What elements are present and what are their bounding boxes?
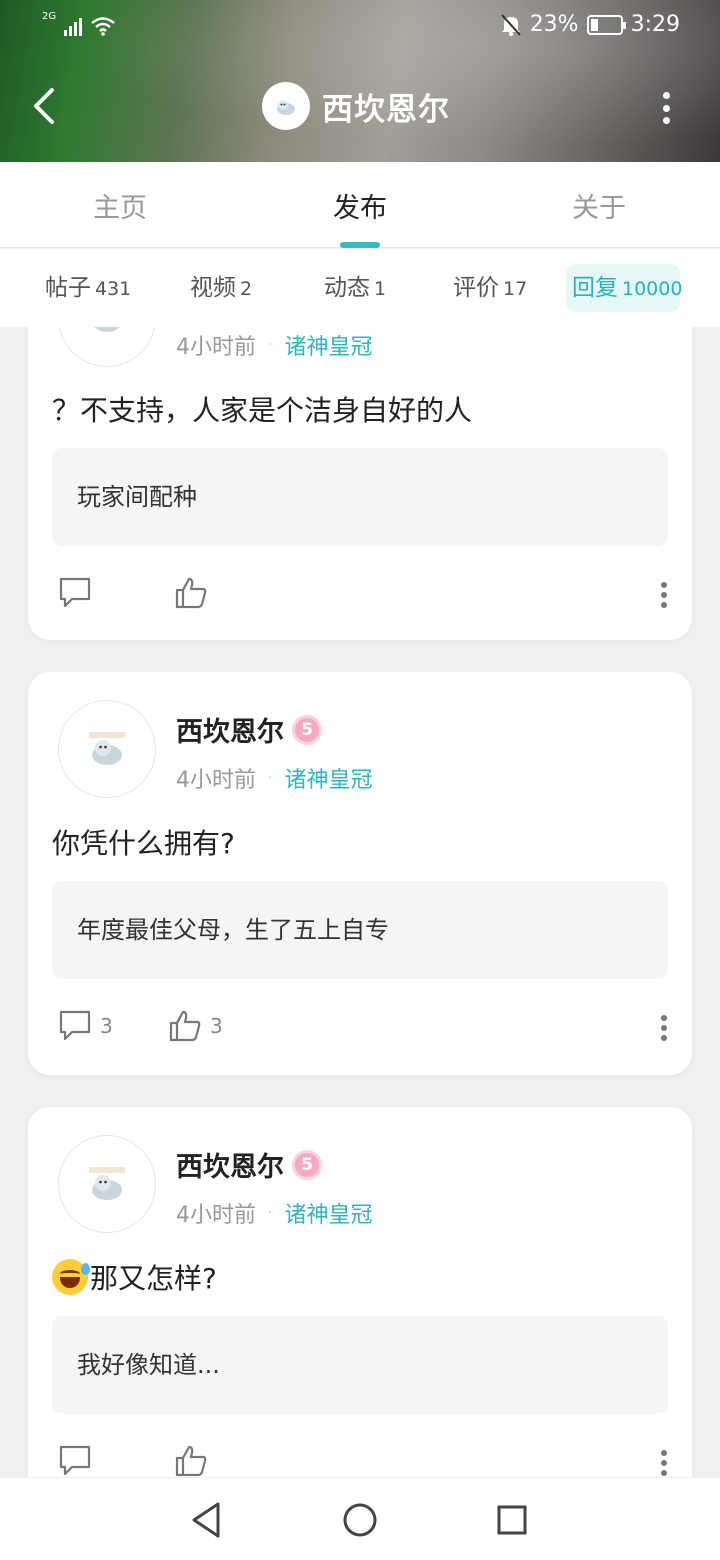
post-time: 4小时前: [176, 1203, 256, 1228]
profile-title: 西坎恩尔: [262, 82, 450, 130]
battery-icon: [586, 14, 626, 35]
avatar[interactable]: [58, 327, 156, 367]
more-vertical-icon: [661, 1450, 667, 1456]
quoted-post[interactable]: 我好像知道...: [52, 1316, 668, 1414]
comment-icon: [59, 1445, 91, 1476]
like-button[interactable]: [174, 1444, 216, 1477]
back-button[interactable]: [28, 84, 64, 128]
thumbs-up-icon: [175, 1445, 207, 1477]
comment-button[interactable]: 3: [58, 1009, 113, 1043]
subtab-replies[interactable]: 回复 10000: [566, 264, 682, 312]
nav-recents-button[interactable]: [492, 1500, 532, 1540]
forum-link[interactable]: 诸神皇冠: [284, 762, 372, 794]
post-text: 那又怎样?: [52, 1257, 217, 1297]
seal-avatar-icon: [89, 732, 125, 765]
post-card[interactable]: 4小时前 · 诸神皇冠 ？不支持，人家是个洁身自好的人 玩家间配种: [28, 327, 692, 640]
like-button[interactable]: [174, 576, 216, 610]
post-time: 4小时前: [176, 768, 256, 793]
comment-button[interactable]: [58, 576, 100, 610]
square-recents-icon: [497, 1505, 527, 1535]
comment-button[interactable]: [58, 1444, 100, 1477]
subtab-reviews[interactable]: 评价 17: [449, 264, 531, 312]
signal-icon: [64, 18, 83, 36]
page-title: 西坎恩尔: [322, 91, 450, 128]
subtab-threads[interactable]: 帖子 431: [41, 264, 135, 312]
more-vertical-icon: [661, 582, 667, 588]
post-meta: 4小时前 · 诸神皇冠: [176, 329, 372, 361]
like-button[interactable]: 3: [168, 1009, 223, 1043]
reply-feed: 4小时前 · 诸神皇冠 ？不支持，人家是个洁身自好的人 玩家间配种 西坎恩尔 5…: [0, 327, 720, 1477]
post-text: ？不支持，人家是个洁身自好的人: [52, 394, 473, 427]
nav-back-button[interactable]: [186, 1500, 226, 1540]
avatar[interactable]: [58, 1135, 156, 1233]
system-nav-bar: [0, 1477, 720, 1560]
avatar[interactable]: [58, 700, 156, 798]
tab-home[interactable]: 主页: [93, 186, 147, 225]
post-card[interactable]: 西坎恩尔 5 4小时前 · 诸神皇冠 那又怎样? 我好像知道...: [28, 1107, 692, 1477]
post-actions: [58, 1444, 668, 1477]
tab-posts[interactable]: 发布: [333, 186, 387, 225]
wifi-icon: [91, 17, 115, 36]
avatar[interactable]: [262, 82, 310, 130]
post-card[interactable]: 西坎恩尔 5 4小时前 · 诸神皇冠 你凭什么拥有? 年度最佳父母，生了五上自专…: [28, 672, 692, 1075]
seal-avatar-icon: [89, 1167, 125, 1200]
comment-icon: [59, 1010, 91, 1041]
post-actions: 3 3: [58, 1009, 668, 1049]
subtab-moments[interactable]: 动态 1: [320, 264, 390, 312]
seal-avatar-icon: [94, 327, 120, 332]
level-badge: 5: [292, 714, 322, 745]
subtab-videos[interactable]: 视频 2: [186, 264, 256, 312]
active-tab-indicator: [340, 242, 380, 248]
back-arrow-icon: [34, 88, 54, 124]
status-bar: 2G 23% 3:29: [0, 8, 720, 44]
comment-count: 3: [100, 1014, 113, 1038]
post-meta: 4小时前 · 诸神皇冠: [176, 1197, 372, 1229]
post-more-button[interactable]: [660, 1015, 668, 1041]
post-author[interactable]: 西坎恩尔 5: [176, 1145, 322, 1184]
post-author[interactable]: 西坎恩尔 5: [176, 710, 322, 749]
clock: 3:29: [630, 12, 680, 37]
post-more-button[interactable]: [660, 582, 668, 608]
tab-about[interactable]: 关于: [572, 186, 626, 225]
quoted-post[interactable]: 年度最佳父母，生了五上自专: [52, 881, 668, 979]
mute-bell-icon: [500, 13, 521, 36]
content-filter-tabs: 帖子 431 视频 2 动态 1 评价 17 回复 10000: [0, 249, 720, 327]
seal-avatar-icon: [277, 100, 295, 115]
triangle-back-icon: [192, 1502, 220, 1538]
network-type: 2G: [42, 11, 57, 22]
post-actions: [58, 576, 668, 616]
post-more-button[interactable]: [660, 1450, 668, 1476]
more-options-button[interactable]: [656, 88, 676, 128]
circle-home-icon: [343, 1503, 377, 1537]
more-dots-icon: [662, 92, 670, 99]
forum-link[interactable]: 诸神皇冠: [284, 329, 372, 361]
post-time: 4小时前: [176, 335, 256, 360]
thumbs-up-icon: [175, 577, 207, 609]
post-meta: 4小时前 · 诸神皇冠: [176, 762, 372, 794]
forum-link[interactable]: 诸神皇冠: [284, 1197, 372, 1229]
quoted-post[interactable]: 玩家间配种: [52, 448, 668, 546]
main-tabs: 主页 发布 关于: [0, 162, 720, 248]
level-badge: 5: [292, 1149, 322, 1180]
post-text: 你凭什么拥有?: [52, 827, 235, 860]
like-count: 3: [210, 1014, 223, 1038]
comment-icon: [59, 577, 91, 608]
profile-header: 2G 23% 3:29 西坎恩尔: [0, 0, 720, 162]
battery-percent: 23%: [529, 12, 579, 37]
more-vertical-icon: [661, 1015, 667, 1021]
thumbs-up-icon: [169, 1010, 201, 1042]
nav-home-button[interactable]: [340, 1500, 380, 1540]
sweat-grin-emoji-icon: [52, 1259, 90, 1295]
